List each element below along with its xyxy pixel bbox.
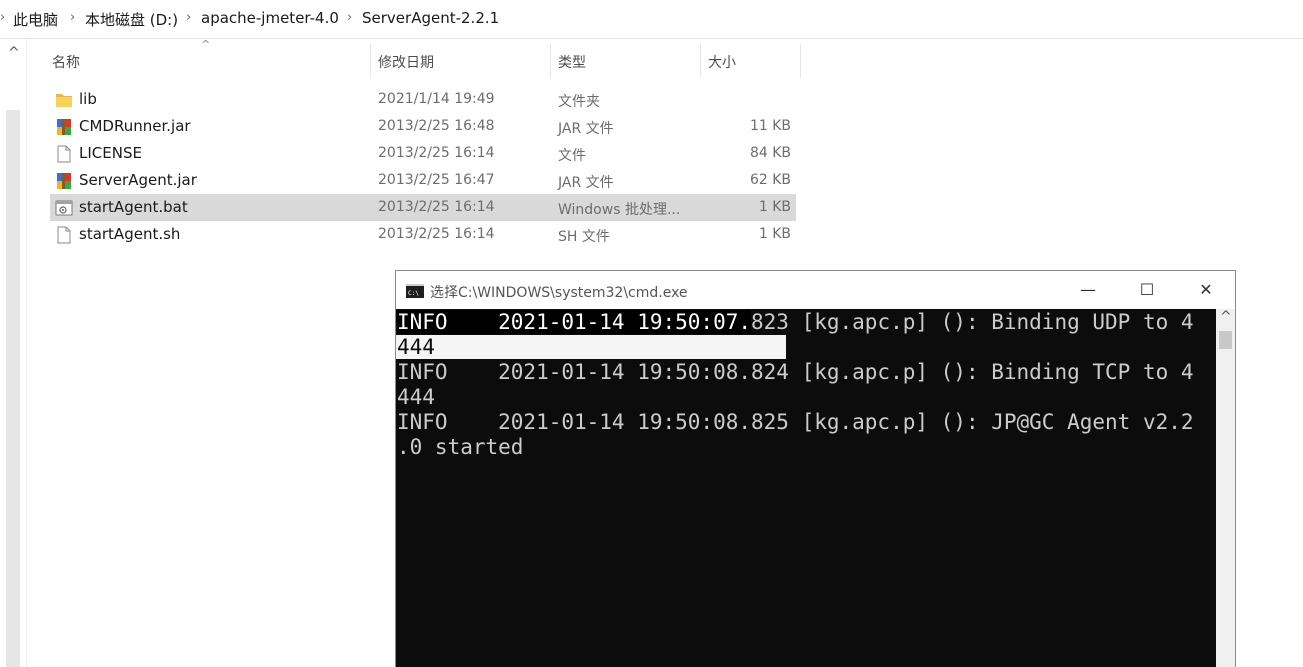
file-type: JAR 文件 (558, 175, 614, 191)
file-type: SH 文件 (558, 229, 610, 245)
batch-file-icon (55, 200, 73, 216)
file-row[interactable]: startAgent.bat 2013/2/25 16:14 Windows 批… (50, 194, 796, 221)
file-name: LICENSE (79, 144, 142, 162)
cmd-titlebar[interactable]: C:\ 选择C:\WINDOWS\system32\cmd.exe — ☐ ✕ (396, 271, 1235, 309)
cmd-scrollbar[interactable]: ^ (1216, 309, 1235, 667)
breadcrumb-this-pc[interactable]: 此电脑 (13, 9, 58, 30)
file-name: lib (79, 90, 97, 108)
file-date: 2013/2/25 16:14 (378, 145, 495, 161)
column-header-type[interactable]: 类型 (558, 52, 586, 72)
file-size: 84 KB (749, 145, 791, 161)
file-date: 2013/2/25 16:14 (378, 226, 495, 242)
console-selection-highlight (396, 335, 786, 359)
maximize-button[interactable]: ☐ (1118, 271, 1176, 309)
column-header-date[interactable]: 修改日期 (378, 52, 434, 72)
cmd-window[interactable]: C:\ 选择C:\WINDOWS\system32\cmd.exe — ☐ ✕ … (395, 270, 1236, 667)
cmd-icon: C:\ (406, 284, 424, 298)
console-text: 823 [kg.apc.p] (): Binding UDP to 4 (751, 310, 1194, 334)
console-line: INFO 2021-01-14 19:50:07.823 [kg.apc.p] … (397, 310, 1194, 335)
file-size: 1 KB (758, 199, 791, 215)
file-date: 2021/1/14 19:49 (378, 91, 495, 107)
jar-icon (57, 119, 71, 135)
cmd-console[interactable]: INFO 2021-01-14 19:50:07.823 [kg.apc.p] … (396, 309, 1216, 667)
file-name: startAgent.sh (79, 225, 181, 243)
column-divider[interactable] (800, 44, 801, 78)
console-selected-text: INFO 2021-01-14 19:50:07. (397, 310, 752, 334)
minimize-button[interactable]: — (1059, 271, 1117, 309)
scroll-up-icon[interactable]: ^ (1220, 309, 1232, 325)
file-size: 11 KB (749, 118, 791, 134)
chevron-right-icon[interactable]: › (0, 10, 5, 25)
sort-ascending-icon: ^ (201, 38, 211, 51)
scroll-up-icon[interactable]: ^ (8, 45, 20, 61)
breadcrumb-local-disk[interactable]: 本地磁盘 (D:) (85, 9, 178, 30)
column-header-size[interactable]: 大小 (708, 52, 736, 72)
file-size: 1 KB (758, 226, 791, 242)
breadcrumb: › 此电脑 › 本地磁盘 (D:) › apache-jmeter-4.0 › … (0, 0, 1303, 39)
breadcrumb-serveragent[interactable]: ServerAgent-2.2.1 (362, 9, 499, 27)
file-name: CMDRunner.jar (79, 117, 191, 135)
file-type: JAR 文件 (558, 121, 614, 137)
file-icon (57, 226, 71, 244)
file-row[interactable]: LICENSE 2013/2/25 16:14 文件 84 KB (50, 140, 796, 167)
console-line: .0 started (397, 435, 524, 459)
console-line: 444 (397, 385, 435, 409)
cmd-title: 选择C:\WINDOWS\system32\cmd.exe (430, 285, 688, 301)
folder-icon (56, 94, 72, 107)
file-row[interactable]: ServerAgent.jar 2013/2/25 16:47 JAR 文件 6… (50, 167, 796, 194)
console-line: INFO 2021-01-14 19:50:08.825 [kg.apc.p] … (397, 410, 1194, 434)
file-size: 62 KB (749, 172, 791, 188)
column-divider[interactable] (700, 44, 701, 78)
jar-icon (57, 173, 71, 189)
column-divider[interactable] (370, 44, 371, 78)
file-date: 2013/2/25 16:47 (378, 172, 495, 188)
console-selected-text: 444 (397, 335, 435, 359)
navigation-scrollbar[interactable] (6, 110, 20, 667)
svg-text:C:\: C:\ (408, 290, 419, 297)
breadcrumb-jmeter[interactable]: apache-jmeter-4.0 (201, 9, 339, 27)
console-line: 444 (397, 335, 435, 360)
file-row[interactable]: CMDRunner.jar 2013/2/25 16:48 JAR 文件 11 … (50, 113, 796, 140)
column-header-name[interactable]: 名称 (52, 52, 80, 72)
close-button[interactable]: ✕ (1177, 271, 1235, 309)
file-name: startAgent.bat (79, 198, 188, 216)
file-date: 2013/2/25 16:14 (378, 199, 495, 215)
chevron-right-icon[interactable]: › (347, 10, 352, 25)
file-icon (57, 145, 71, 163)
scrollbar-thumb[interactable] (1219, 331, 1232, 349)
file-type: 文件夹 (558, 94, 600, 110)
file-type: 文件 (558, 148, 586, 164)
file-row[interactable]: lib 2021/1/14 19:49 文件夹 (50, 86, 796, 113)
file-name: ServerAgent.jar (79, 171, 197, 189)
file-row[interactable]: startAgent.sh 2013/2/25 16:14 SH 文件 1 KB (50, 221, 796, 248)
chevron-right-icon[interactable]: › (70, 10, 75, 25)
console-line: INFO 2021-01-14 19:50:08.824 [kg.apc.p] … (397, 360, 1194, 384)
chevron-right-icon[interactable]: › (186, 10, 191, 25)
file-type: Windows 批处理... (558, 202, 681, 218)
file-date: 2013/2/25 16:48 (378, 118, 495, 134)
column-divider[interactable] (550, 44, 551, 78)
